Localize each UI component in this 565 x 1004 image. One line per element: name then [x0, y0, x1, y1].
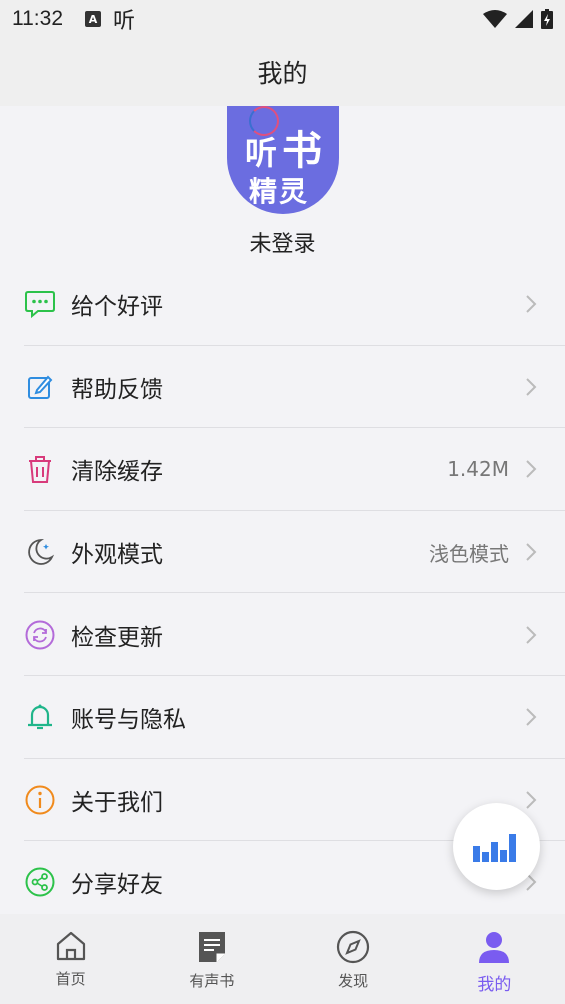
share-icon: [24, 866, 56, 898]
page-title: 我的: [257, 59, 308, 88]
nav-item-home[interactable]: 首页: [0, 914, 141, 1004]
menu-item-check-update[interactable]: 检查更新: [0, 593, 565, 676]
status-time: 11:32: [12, 7, 63, 30]
menu-item-label: 外观模式: [71, 542, 163, 569]
chevron-right-icon: [526, 295, 537, 314]
signal-icon: [515, 10, 533, 28]
menu-item-feedback[interactable]: 帮助反馈: [0, 346, 565, 429]
app-header: 我的: [0, 38, 565, 106]
profile-section: 听 书 精灵 未登录: [0, 106, 565, 266]
chevron-right-icon: [526, 791, 537, 809]
nav-item-audiobooks[interactable]: 有声书: [141, 914, 282, 1004]
refresh-icon: [24, 619, 56, 651]
chevron-right-icon: [526, 378, 537, 396]
menu-item-label: 账号与隐私: [71, 707, 186, 734]
nav-item-mine[interactable]: 我的: [424, 914, 565, 1004]
home-icon: [56, 931, 85, 961]
user-icon: [479, 932, 510, 963]
info-icon: [24, 784, 56, 816]
audio-bars-icon: [472, 833, 516, 862]
status-indicators: [483, 9, 553, 29]
menu-item-label: 帮助反馈: [71, 376, 163, 403]
menu-item-account-privacy[interactable]: 账号与隐私: [0, 676, 565, 759]
book-icon: [198, 932, 225, 962]
avatar-text-jingling: 精灵: [249, 175, 310, 208]
menu-item-rate[interactable]: 给个好评: [0, 263, 565, 346]
menu-item-label: 检查更新: [71, 624, 163, 651]
notification-app-icon: 听: [113, 9, 136, 34]
menu-item-label: 关于我们: [71, 789, 163, 816]
nav-label: 发现: [338, 972, 369, 990]
chevron-right-icon: [526, 460, 537, 479]
nav-label: 我的: [477, 975, 512, 995]
nav-label: 首页: [55, 970, 86, 988]
edit-icon: [24, 371, 56, 403]
nav-label: 有声书: [189, 972, 235, 990]
cache-size-value: 1.42M: [447, 457, 509, 482]
notification-a-icon: A: [85, 11, 101, 27]
bottom-nav: 首页 有声书 发现 我的: [0, 914, 565, 1004]
chevron-right-icon: [526, 708, 537, 726]
moon-icon: [24, 536, 56, 568]
audio-player-button[interactable]: [453, 803, 540, 890]
avatar[interactable]: 听 书 精灵: [227, 106, 339, 214]
battery-icon: [541, 9, 553, 29]
chat-bubble-icon: [24, 288, 56, 320]
menu-item-appearance[interactable]: 外观模式 浅色模式: [0, 511, 565, 594]
chevron-right-icon: [526, 543, 537, 561]
menu-item-label: 分享好友: [71, 872, 163, 899]
chevron-right-icon: [526, 625, 537, 644]
trash-icon: [24, 453, 56, 485]
menu-item-label: 给个好评: [71, 294, 163, 321]
menu-item-clear-cache[interactable]: 清除缓存 1.42M: [0, 428, 565, 511]
compass-icon: [337, 930, 370, 964]
status-bar: 11:32 A 听: [0, 0, 565, 38]
login-status[interactable]: 未登录: [0, 226, 565, 258]
avatar-text-shu: 书: [282, 127, 322, 174]
appearance-mode-value: 浅色模式: [429, 541, 509, 566]
menu-item-label: 清除缓存: [71, 459, 163, 486]
wifi-icon: [483, 10, 507, 28]
nav-item-discover[interactable]: 发现: [283, 914, 424, 1004]
avatar-text-ting: 听: [245, 134, 278, 172]
bell-icon: [24, 701, 56, 733]
